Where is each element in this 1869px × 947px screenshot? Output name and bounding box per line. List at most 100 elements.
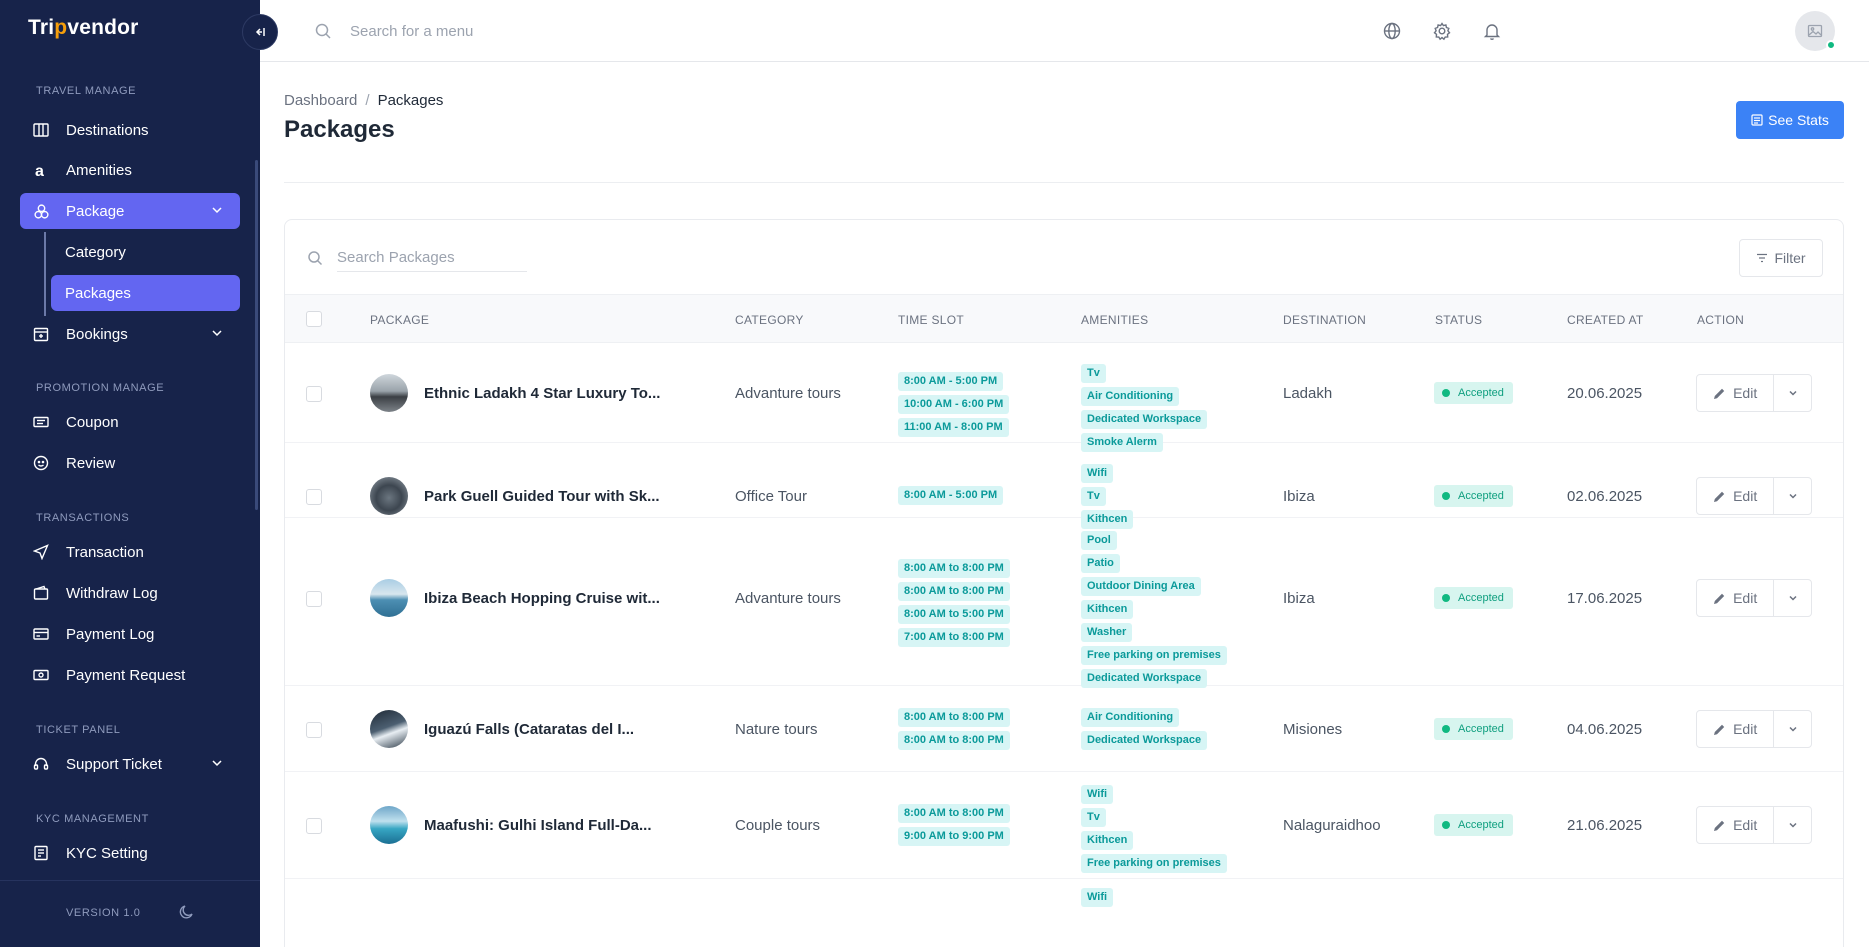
send-icon [32, 543, 50, 561]
moon-icon[interactable] [178, 903, 196, 921]
status-dot [1442, 594, 1450, 602]
amenity-chip: Dedicated Workspace [1081, 410, 1208, 429]
amenity-chip: Outdoor Dining Area [1081, 577, 1201, 596]
row-checkbox[interactable] [306, 489, 322, 505]
id-card-icon [32, 844, 50, 862]
table-row: Park Guell Guided Tour with Sk... Office… [285, 444, 1843, 529]
sidebar-item-label: Payment Request [66, 666, 186, 684]
edit-button[interactable]: Edit [1697, 711, 1775, 747]
time-slot-chip: 7:00 AM to 8:00 PM [898, 628, 1010, 647]
package-thumbnail [370, 806, 408, 844]
package-search-input[interactable] [337, 244, 527, 272]
select-all-checkbox[interactable] [306, 311, 322, 327]
headset-icon [32, 755, 50, 773]
status-dot [1442, 492, 1450, 500]
row-checkbox[interactable] [306, 818, 322, 834]
row-checkbox[interactable] [306, 722, 322, 738]
package-category: Advanture tours [735, 590, 841, 607]
table-row: Ethnic Ladakh 4 Star Luxury To... Advant… [285, 344, 1843, 452]
chevron-down-icon [1789, 390, 1797, 396]
row-more-button[interactable] [1774, 375, 1811, 411]
sidebar-item-destinations[interactable]: Destinations [20, 112, 240, 148]
avatar[interactable] [1795, 11, 1836, 51]
smile-icon [32, 454, 50, 472]
sidebar-item-category[interactable]: Category [51, 234, 240, 270]
chevron-down-icon [212, 207, 222, 214]
package-destination: Ibiza [1283, 488, 1315, 505]
status-badge: Accepted [1434, 587, 1513, 609]
chevron-down-icon [1789, 726, 1797, 732]
row-actions: Edit [1696, 477, 1812, 515]
status-label: Accepted [1458, 592, 1504, 604]
see-stats-label: See Stats [1768, 112, 1829, 128]
menu-search-input[interactable] [350, 18, 750, 44]
time-slot-list: 8:00 AM to 8:00 PM 9:00 AM to 9:00 PM [898, 804, 1010, 846]
edit-button[interactable]: Edit [1697, 807, 1775, 843]
sidebar-item-payment-request[interactable]: Payment Request [20, 657, 240, 693]
row-more-button[interactable] [1774, 807, 1811, 843]
sidebar-collapse-button[interactable] [242, 14, 278, 50]
table-row: Iguazú Falls (Cataratas del I... Nature … [285, 687, 1843, 772]
sidebar-item-amenities[interactable]: a Amenities [20, 152, 240, 188]
pencil-icon [1714, 491, 1725, 502]
breadcrumb-home[interactable]: Dashboard [284, 92, 357, 109]
package-thumbnail [370, 579, 408, 617]
row-actions: Edit [1696, 710, 1812, 748]
sidebar-item-transaction[interactable]: Transaction [20, 534, 240, 570]
amenity-chip: Dedicated Workspace [1081, 731, 1208, 750]
sidebar-item-package[interactable]: Package [20, 193, 240, 229]
breadcrumb-separator: / [365, 92, 370, 109]
column-header-category: CATEGORY [735, 313, 804, 327]
table-row: Ibiza Beach Hopping Cruise wit... Advant… [285, 519, 1843, 688]
edit-button[interactable]: Edit [1697, 580, 1775, 616]
sidebar-item-packages[interactable]: Packages [51, 275, 240, 311]
package-name[interactable]: Ibiza Beach Hopping Cruise wit... [424, 590, 660, 607]
filter-button[interactable]: Filter [1739, 239, 1823, 277]
edit-button[interactable]: Edit [1697, 375, 1775, 411]
row-more-button[interactable] [1774, 478, 1811, 514]
amenity-chip: Free parking on premises [1081, 646, 1227, 665]
sidebar-scrollbar[interactable] [255, 160, 258, 510]
edit-label: Edit [1733, 721, 1758, 737]
row-checkbox[interactable] [306, 591, 322, 607]
sidebar-item-kyc-setting[interactable]: KYC Setting [20, 835, 240, 871]
created-at: 21.06.2025 [1567, 817, 1643, 834]
pencil-icon [1714, 593, 1725, 604]
package-category: Office Tour [735, 488, 807, 505]
package-thumbnail [370, 374, 408, 412]
sidebar-item-payment-log[interactable]: Payment Log [20, 616, 240, 652]
sidebar-item-support-ticket[interactable]: Support Ticket [20, 746, 240, 782]
edit-button[interactable]: Edit [1697, 478, 1775, 514]
edit-label: Edit [1733, 488, 1758, 504]
section-title-ticket-panel: TICKET PANEL [36, 724, 121, 736]
package-name[interactable]: Iguazú Falls (Cataratas del I... [424, 721, 634, 738]
submenu-line [44, 232, 46, 316]
edit-label: Edit [1733, 385, 1758, 401]
package-name[interactable]: Maafushi: Gulhi Island Full-Da... [424, 817, 652, 834]
package-destination: Misiones [1283, 721, 1343, 738]
search-icon [315, 23, 331, 39]
brand-logo[interactable]: Tri p vendor [28, 16, 139, 40]
gear-icon[interactable] [1432, 21, 1452, 41]
table-row: Wifi [285, 880, 1843, 947]
package-name[interactable]: Ethnic Ladakh 4 Star Luxury To... [424, 385, 660, 402]
table-row: Maafushi: Gulhi Island Full-Da... Couple… [285, 773, 1843, 879]
sidebar-item-coupon[interactable]: Coupon [20, 404, 240, 440]
sidebar-item-withdraw-log[interactable]: Withdraw Log [20, 575, 240, 611]
row-more-button[interactable] [1774, 711, 1811, 747]
amenity-list: Pool Patio Outdoor Dining Area Kithcen W… [1081, 531, 1227, 688]
globe-icon[interactable] [1382, 21, 1402, 41]
bell-icon[interactable] [1482, 21, 1502, 41]
breadcrumb: Dashboard / Packages [284, 92, 443, 109]
created-at: 17.06.2025 [1567, 590, 1643, 607]
calendar-icon [32, 325, 50, 343]
row-checkbox[interactable] [306, 386, 322, 402]
sidebar-item-review[interactable]: Review [20, 445, 240, 481]
row-more-button[interactable] [1774, 580, 1811, 616]
sidebar-item-bookings[interactable]: Bookings [20, 316, 240, 352]
package-name[interactable]: Park Guell Guided Tour with Sk... [424, 488, 660, 505]
see-stats-button[interactable]: See Stats [1736, 101, 1844, 139]
pencil-icon [1714, 724, 1725, 735]
sidebar-item-label: Review [66, 454, 116, 472]
section-title-promotion-manage: PROMOTION MANAGE [36, 382, 165, 394]
